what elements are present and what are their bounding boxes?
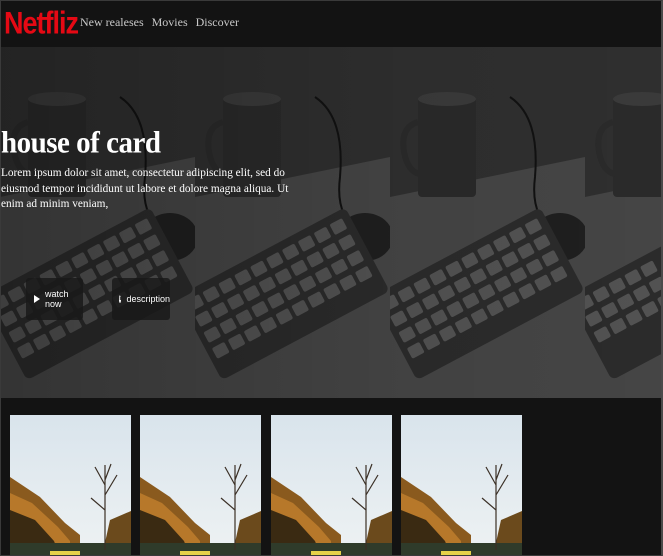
nav-link-discover[interactable]: Discover [196, 15, 239, 30]
nav-links: New realeses Movies Discover [80, 15, 239, 30]
hero-description: Lorem ipsum dolor sit amet, consectetur … [1, 167, 289, 210]
hero-banner: house of card Lorem ipsum dolor sit amet… [0, 47, 663, 398]
info-icon: i [119, 295, 122, 303]
movie-poster[interactable] [271, 415, 392, 556]
movie-poster[interactable] [10, 415, 131, 556]
play-icon [34, 295, 40, 303]
nav-link-new-releases[interactable]: New realeses [80, 15, 144, 30]
movie-poster[interactable] [401, 415, 522, 556]
navbar: Netfliz New realeses Movies Discover [0, 0, 663, 47]
watch-now-label: watch now [45, 289, 69, 309]
description-button[interactable]: i description [112, 278, 170, 320]
nav-link-movies[interactable]: Movies [152, 15, 188, 30]
movie-poster[interactable] [140, 415, 261, 556]
hero-overlay [0, 47, 663, 398]
description-label: description [126, 294, 170, 304]
movie-row [0, 398, 663, 556]
logo[interactable]: Netfliz [4, 6, 79, 42]
watch-now-button[interactable]: watch now [26, 278, 83, 320]
hero-title: house of card [1, 126, 161, 160]
